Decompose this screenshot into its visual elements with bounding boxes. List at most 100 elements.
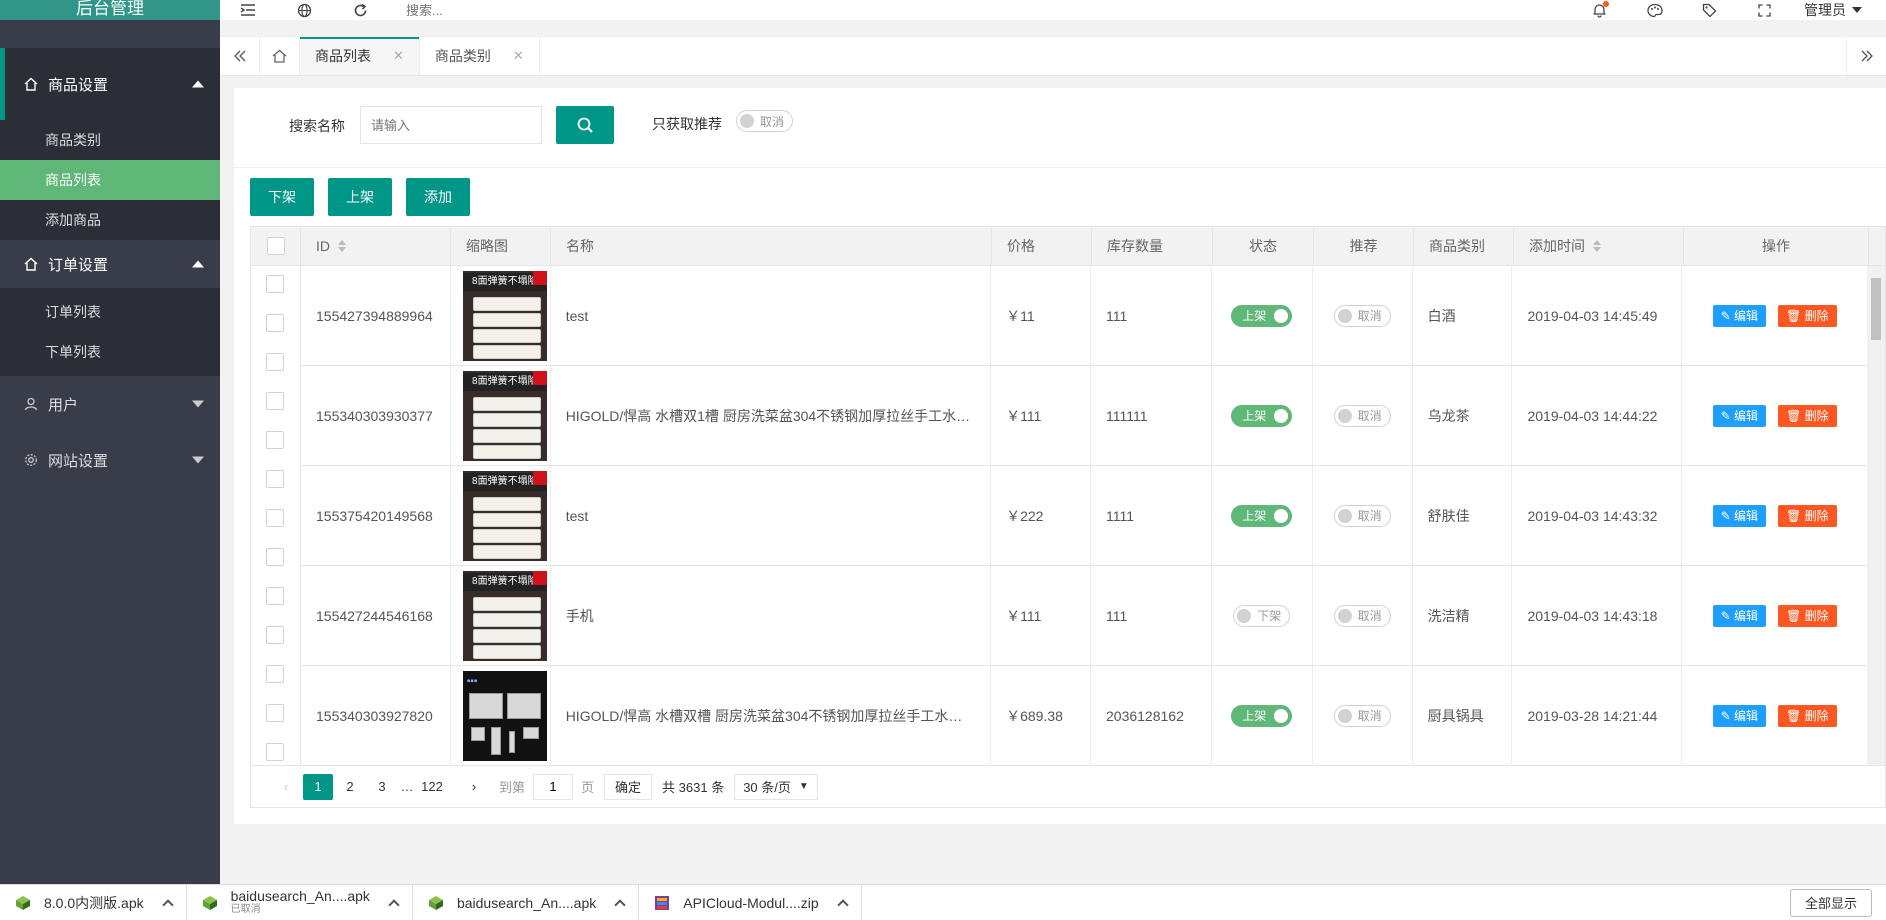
close-icon[interactable]: ✕ (393, 48, 404, 64)
row-checkbox[interactable] (266, 353, 284, 371)
page-button[interactable]: 2 (335, 774, 365, 800)
sidebar-item-place-order-list[interactable]: 下单列表 (0, 332, 220, 372)
refresh-icon[interactable] (332, 3, 388, 18)
row-checkbox[interactable] (266, 587, 284, 605)
toggle-knob (1274, 708, 1289, 723)
chevron-up-icon[interactable] (614, 898, 626, 911)
search-button[interactable] (556, 106, 614, 144)
page-button-last[interactable]: 122 (417, 774, 447, 800)
download-item[interactable]: baidusearch_An....apk 已取消 (187, 885, 413, 920)
product-thumbnail[interactable]: 8面弹簧不塌陷 (462, 370, 547, 461)
download-item[interactable]: APICloud-Modul....zip (639, 885, 862, 920)
fullscreen-icon[interactable] (1737, 3, 1792, 17)
edit-button[interactable]: ✎ 编辑 (1712, 404, 1767, 427)
sidebar-item-order-list[interactable]: 订单列表 (0, 292, 220, 332)
on-shelf-button[interactable]: 上架 (328, 178, 392, 216)
product-thumbnail[interactable]: 8面弹簧不塌陷 (462, 470, 547, 561)
table-scrollbar[interactable] (1867, 266, 1885, 765)
page-button-current[interactable]: 1 (303, 773, 333, 800)
page-button[interactable]: 3 (367, 774, 397, 800)
edit-button[interactable]: ✎ 编辑 (1712, 304, 1767, 327)
toggle-text: 取消 (1357, 709, 1382, 723)
next-page-button[interactable]: › (459, 774, 489, 800)
recommend-toggle[interactable]: 取消 (1333, 604, 1391, 627)
admin-menu[interactable]: 管理员 (1792, 0, 1886, 20)
scrollbar-thumb[interactable] (1871, 278, 1881, 340)
chevron-up-icon[interactable] (161, 898, 174, 911)
sidebar-item-product-list[interactable]: 商品列表 (0, 160, 220, 200)
row-checkbox[interactable] (266, 626, 284, 644)
sort-icon[interactable] (1593, 240, 1601, 252)
delete-button[interactable]: 🗑 删除 (1778, 304, 1837, 327)
goto-confirm-button[interactable]: 确定 (604, 773, 653, 800)
close-icon[interactable]: ✕ (513, 48, 524, 64)
goto-page-input[interactable] (533, 773, 574, 800)
row-checkbox[interactable] (266, 275, 284, 293)
cell-thumb: 8面弹簧不塌陷 (451, 566, 551, 665)
delete-button[interactable]: 🗑 删除 (1778, 704, 1837, 727)
action-buttons: 下架 上架 添加 (250, 178, 470, 216)
chevron-up-icon[interactable] (388, 898, 400, 911)
page-size-select[interactable]: 30 条/页 ▼ (734, 773, 818, 800)
tab-product-category[interactable]: 商品类别 ✕ (420, 37, 540, 75)
status-toggle[interactable]: 上架 (1231, 704, 1293, 727)
row-checkbox[interactable] (266, 704, 284, 722)
row-checkbox[interactable] (266, 314, 284, 332)
recommend-toggle[interactable]: 取消 (1333, 504, 1391, 527)
tab-product-list[interactable]: 商品列表 ✕ (300, 37, 420, 75)
globe-icon[interactable] (276, 3, 332, 18)
status-toggle[interactable]: 上架 (1231, 404, 1293, 427)
tag-icon[interactable] (1682, 3, 1737, 18)
tabs-scroll-right-icon[interactable] (1846, 37, 1886, 75)
delete-button[interactable]: 🗑 删除 (1778, 604, 1837, 627)
row-checkbox[interactable] (266, 665, 284, 683)
row-checkbox-column (251, 266, 301, 765)
tabs-scroll-left-icon[interactable] (220, 37, 260, 75)
sidebar-item-product-category[interactable]: 商品类别 (0, 120, 220, 160)
product-thumbnail[interactable]: 8面弹簧不塌陷 (462, 270, 547, 361)
product-thumbnail[interactable]: ▪▪▪ (462, 670, 547, 761)
sort-icon[interactable] (338, 240, 346, 252)
sidebar-group-product-settings[interactable]: 商品设置 (0, 48, 220, 120)
sidebar-group-users[interactable]: 用户 (0, 376, 220, 432)
status-toggle[interactable]: 上架 (1231, 504, 1293, 527)
recommend-toggle[interactable]: 取消 (1333, 704, 1391, 727)
delete-button[interactable]: 🗑 删除 (1778, 404, 1837, 427)
menu-toggle-icon[interactable] (220, 3, 276, 17)
table-row: 155340303927820 ▪▪▪ HIGOLD/悍高 水槽双槽 厨房洗菜盆… (301, 666, 1867, 765)
row-checkbox[interactable] (266, 548, 284, 566)
off-shelf-button[interactable]: 下架 (250, 178, 314, 216)
home-tab-icon[interactable] (260, 37, 300, 75)
status-toggle[interactable]: 上架 (1231, 304, 1293, 327)
row-checkbox[interactable] (266, 431, 284, 449)
recommend-only-toggle[interactable]: 取消 (736, 110, 794, 132)
palette-icon[interactable] (1627, 3, 1682, 18)
edit-button[interactable]: ✎ 编辑 (1712, 704, 1767, 727)
download-item[interactable]: 8.0.0内测版.apk (0, 885, 187, 920)
recommend-toggle[interactable]: 取消 (1333, 304, 1391, 327)
download-item[interactable]: baidusearch_An....apk (413, 885, 640, 920)
chevron-up-icon[interactable] (837, 898, 849, 911)
bell-icon[interactable] (1572, 0, 1627, 18)
prev-page-button[interactable]: ‹ (271, 774, 301, 800)
edit-button[interactable]: ✎ 编辑 (1712, 504, 1767, 527)
delete-button[interactable]: 🗑 删除 (1778, 504, 1837, 527)
row-checkbox[interactable] (266, 392, 284, 410)
show-all-downloads-button[interactable]: 全部显示 (1789, 888, 1872, 917)
row-checkbox[interactable] (266, 470, 284, 488)
header-id[interactable]: ID (301, 227, 451, 265)
product-thumbnail[interactable]: 8面弹簧不塌陷 (462, 570, 547, 661)
status-toggle[interactable]: 下架 (1233, 604, 1291, 627)
edit-button[interactable]: ✎ 编辑 (1712, 604, 1767, 627)
search-name-input[interactable] (360, 106, 542, 144)
row-checkbox[interactable] (266, 509, 284, 527)
recommend-toggle[interactable]: 取消 (1333, 404, 1391, 427)
sidebar-item-add-product[interactable]: 添加商品 (0, 200, 220, 240)
sidebar-group-order-settings[interactable]: 订单设置 (0, 240, 220, 288)
add-button[interactable]: 添加 (406, 178, 470, 216)
select-all-checkbox[interactable] (266, 237, 285, 255)
row-checkbox[interactable] (266, 743, 284, 761)
sidebar-group-site-settings[interactable]: 网站设置 (0, 432, 220, 488)
top-search-input[interactable] (406, 2, 606, 18)
header-added-time[interactable]: 添加时间 (1514, 227, 1684, 265)
